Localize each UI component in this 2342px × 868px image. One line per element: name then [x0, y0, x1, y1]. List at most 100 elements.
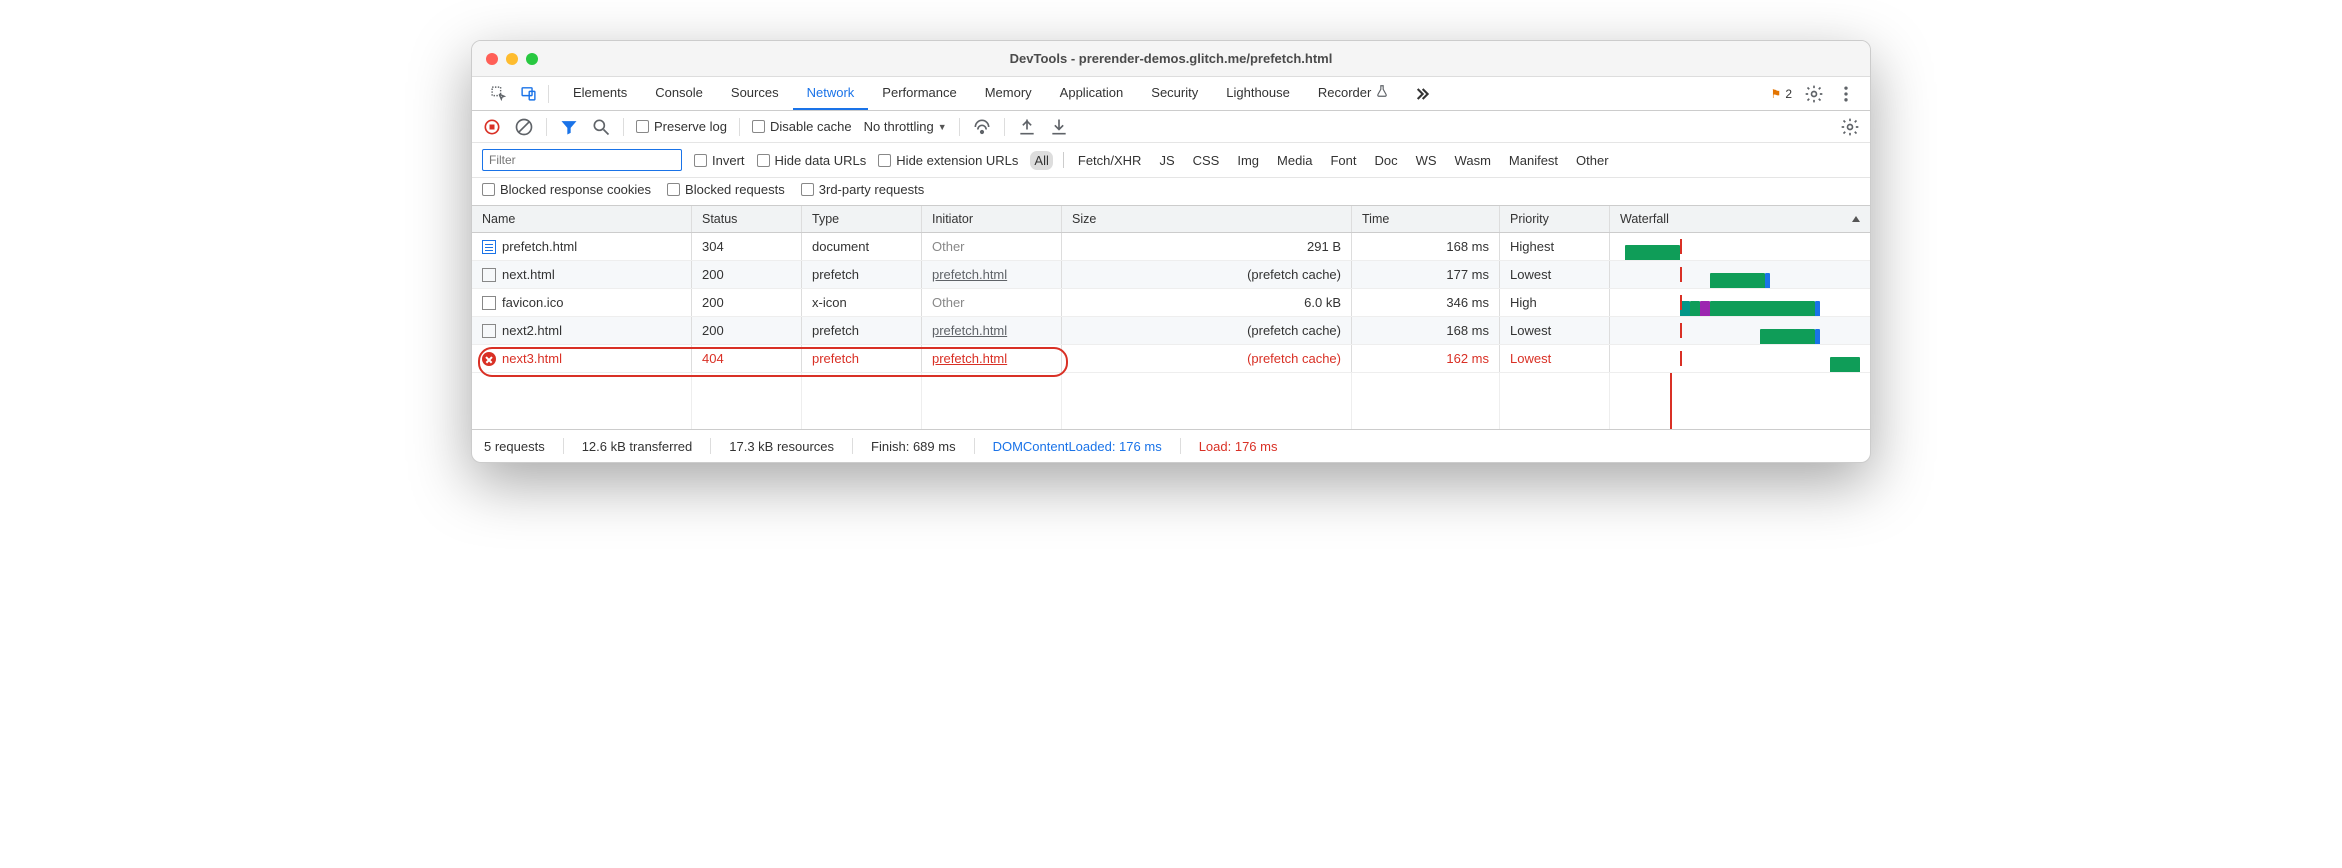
kebab-menu-icon[interactable]	[1836, 84, 1856, 104]
table-row[interactable]: prefetch.html304documentOther291 B168 ms…	[472, 233, 1870, 261]
cell-type: document	[802, 233, 922, 260]
column-status[interactable]: Status	[692, 206, 802, 232]
request-name: next2.html	[502, 323, 562, 338]
filter-input[interactable]	[482, 149, 682, 171]
filter-type-fetch-xhr[interactable]: Fetch/XHR	[1074, 151, 1146, 170]
zoom-window-button[interactable]	[526, 53, 538, 65]
clear-button[interactable]	[514, 117, 534, 137]
titlebar: DevTools - prerender-demos.glitch.me/pre…	[472, 41, 1870, 77]
table-row[interactable]: next.html200prefetchprefetch.html(prefet…	[472, 261, 1870, 289]
initiator-link[interactable]: prefetch.html	[932, 323, 1007, 338]
search-icon[interactable]	[591, 117, 611, 137]
tab-application[interactable]: Application	[1046, 77, 1138, 110]
cell-size: (prefetch cache)	[1062, 345, 1352, 372]
tab-lighthouse[interactable]: Lighthouse	[1212, 77, 1304, 110]
preserve-log-checkbox[interactable]: Preserve log	[636, 119, 727, 134]
column-name[interactable]: Name	[472, 206, 692, 232]
more-tabs-icon[interactable]	[1411, 84, 1431, 104]
column-type[interactable]: Type	[802, 206, 922, 232]
filter-type-img[interactable]: Img	[1233, 151, 1263, 170]
tab-recorder[interactable]: Recorder	[1304, 77, 1403, 110]
cell-time: 168 ms	[1352, 317, 1500, 344]
network-toolbar: Preserve log Disable cache No throttling…	[472, 111, 1870, 143]
filter-type-other[interactable]: Other	[1572, 151, 1613, 170]
table-row[interactable]: next3.html404prefetchprefetch.html(prefe…	[472, 345, 1870, 373]
cell-time: 346 ms	[1352, 289, 1500, 316]
blocked-cookies-checkbox[interactable]: Blocked response cookies	[482, 182, 651, 197]
filter-type-js[interactable]: JS	[1155, 151, 1178, 170]
table-row[interactable]: favicon.ico200x-iconOther6.0 kB346 msHig…	[472, 289, 1870, 317]
file-icon	[482, 324, 496, 338]
column-priority[interactable]: Priority	[1500, 206, 1610, 232]
issues-badge[interactable]: ⚑ 2	[1771, 87, 1792, 101]
device-toggle-icon[interactable]	[518, 84, 538, 104]
initiator-link[interactable]: prefetch.html	[932, 267, 1007, 282]
cell-initiator: prefetch.html	[922, 317, 1062, 344]
filter-type-media[interactable]: Media	[1273, 151, 1316, 170]
cell-size: (prefetch cache)	[1062, 261, 1352, 288]
tab-performance[interactable]: Performance	[868, 77, 970, 110]
cell-priority: High	[1500, 289, 1610, 316]
disable-cache-checkbox[interactable]: Disable cache	[752, 119, 852, 134]
column-initiator[interactable]: Initiator	[922, 206, 1062, 232]
tab-elements[interactable]: Elements	[559, 77, 641, 110]
close-window-button[interactable]	[486, 53, 498, 65]
request-name: next.html	[502, 267, 555, 282]
cell-type: prefetch	[802, 317, 922, 344]
issues-count: 2	[1785, 87, 1792, 101]
table-header: Name Status Type Initiator Size Time Pri…	[472, 206, 1870, 233]
status-load: Load: 176 ms	[1199, 439, 1278, 454]
cell-time: 177 ms	[1352, 261, 1500, 288]
filter-type-doc[interactable]: Doc	[1370, 151, 1401, 170]
filter-type-ws[interactable]: WS	[1412, 151, 1441, 170]
record-button[interactable]	[482, 117, 502, 137]
filter-row: Invert Hide data URLs Hide extension URL…	[472, 143, 1870, 178]
filter-type-all[interactable]: All	[1030, 151, 1052, 170]
import-har-icon[interactable]	[1017, 117, 1037, 137]
column-waterfall[interactable]: Waterfall	[1610, 206, 1870, 232]
column-time[interactable]: Time	[1352, 206, 1500, 232]
throttling-select[interactable]: No throttling▼	[864, 119, 947, 134]
tab-security[interactable]: Security	[1137, 77, 1212, 110]
network-conditions-icon[interactable]	[972, 117, 992, 137]
filter-icon[interactable]	[559, 117, 579, 137]
settings-gear-icon[interactable]	[1804, 84, 1824, 104]
network-settings-gear-icon[interactable]	[1840, 117, 1860, 137]
status-resources: 17.3 kB resources	[729, 439, 834, 454]
cell-time: 162 ms	[1352, 345, 1500, 372]
tab-memory[interactable]: Memory	[971, 77, 1046, 110]
minimize-window-button[interactable]	[506, 53, 518, 65]
cell-initiator: Other	[922, 233, 1062, 260]
invert-checkbox[interactable]: Invert	[694, 153, 745, 168]
filter-type-css[interactable]: CSS	[1189, 151, 1224, 170]
filter-type-wasm[interactable]: Wasm	[1451, 151, 1495, 170]
separator	[1004, 118, 1005, 136]
table-row[interactable]: next2.html200prefetchprefetch.html(prefe…	[472, 317, 1870, 345]
separator	[739, 118, 740, 136]
tab-console[interactable]: Console	[641, 77, 717, 110]
flask-icon	[1375, 84, 1389, 101]
export-har-icon[interactable]	[1049, 117, 1069, 137]
cell-time: 168 ms	[1352, 233, 1500, 260]
hide-extension-urls-checkbox[interactable]: Hide extension URLs	[878, 153, 1018, 168]
cell-priority: Lowest	[1500, 317, 1610, 344]
cell-priority: Lowest	[1500, 261, 1610, 288]
filter-type-font[interactable]: Font	[1326, 151, 1360, 170]
error-icon	[482, 352, 496, 366]
column-size[interactable]: Size	[1062, 206, 1352, 232]
network-table: Name Status Type Initiator Size Time Pri…	[472, 206, 1870, 429]
tab-sources[interactable]: Sources	[717, 77, 793, 110]
hide-data-urls-checkbox[interactable]: Hide data URLs	[757, 153, 867, 168]
tab-network[interactable]: Network	[793, 77, 869, 110]
filter-row-2: Blocked response cookies Blocked request…	[472, 178, 1870, 206]
blocked-requests-checkbox[interactable]: Blocked requests	[667, 182, 785, 197]
separator	[548, 85, 549, 103]
third-party-checkbox[interactable]: 3rd-party requests	[801, 182, 925, 197]
cell-waterfall	[1610, 345, 1870, 372]
filter-type-manifest[interactable]: Manifest	[1505, 151, 1562, 170]
initiator-link[interactable]: prefetch.html	[932, 351, 1007, 366]
request-name: prefetch.html	[502, 239, 577, 254]
inspect-element-icon[interactable]	[488, 84, 508, 104]
cell-type: x-icon	[802, 289, 922, 316]
cell-type: prefetch	[802, 345, 922, 372]
